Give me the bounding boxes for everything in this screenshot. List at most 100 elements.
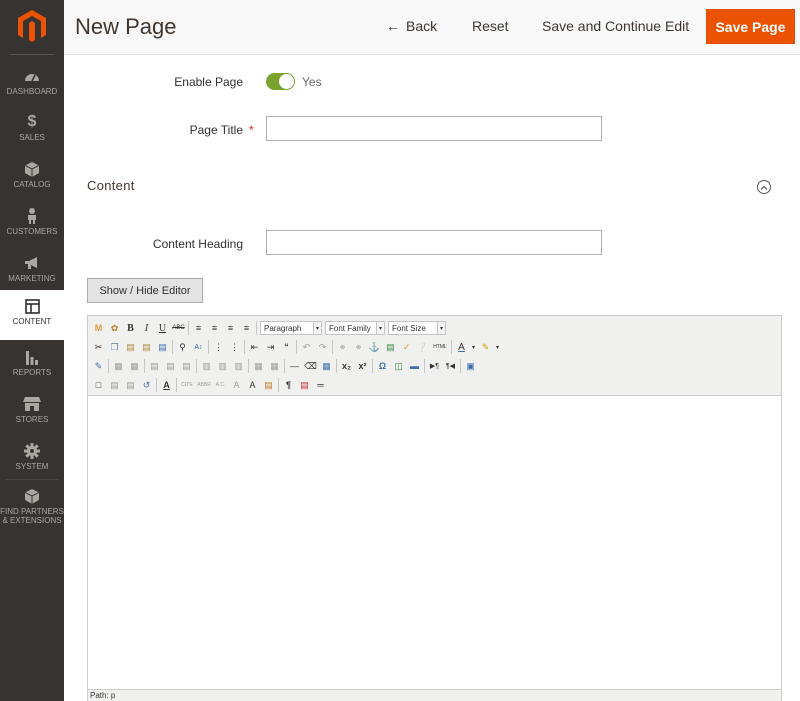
outdent-icon[interactable]: ⇤ xyxy=(248,341,261,354)
full-screen-icon[interactable]: ▬ xyxy=(408,360,421,373)
subscript-icon[interactable]: x₂ xyxy=(340,360,353,373)
row-before-icon[interactable]: ▤ xyxy=(148,360,161,373)
strikethrough-icon[interactable]: ABC xyxy=(172,322,185,335)
highlight-color-icon[interactable]: ✎ xyxy=(479,341,492,354)
special-char-icon[interactable]: Ω xyxy=(376,360,389,373)
ltr-icon[interactable]: ▶¶ xyxy=(428,360,441,373)
template-icon[interactable]: ▤ xyxy=(298,379,311,392)
italic-button[interactable]: I xyxy=(140,322,153,335)
media-icon[interactable]: ◫ xyxy=(392,360,405,373)
cut-icon[interactable]: ✂ xyxy=(92,341,105,354)
abbr-icon[interactable]: ABBR xyxy=(197,379,211,392)
bullet-list-icon[interactable]: ⋮ xyxy=(212,341,225,354)
del-icon[interactable]: A xyxy=(230,379,243,392)
nav-system[interactable]: SYSTEM xyxy=(0,437,64,483)
align-left-icon[interactable]: ≡ xyxy=(192,322,205,335)
cite-icon[interactable]: CITE xyxy=(180,379,194,392)
nav-content[interactable]: CONTENT xyxy=(0,290,64,340)
format-select[interactable]: Paragraph ▾ xyxy=(260,321,322,335)
row-after-icon[interactable]: ▤ xyxy=(164,360,177,373)
absolute-position-icon[interactable]: ↺ xyxy=(140,379,153,392)
merge-cells-icon[interactable]: ▦ xyxy=(268,360,281,373)
ins-icon[interactable]: A xyxy=(246,379,259,392)
nav-customers[interactable]: CUSTOMERS xyxy=(0,202,64,248)
move-forward-icon[interactable]: ▤ xyxy=(108,379,121,392)
superscript-icon[interactable]: x² xyxy=(356,360,369,373)
paste-icon[interactable]: ▤ xyxy=(124,341,137,354)
nav-label: SALES xyxy=(19,133,45,142)
content-heading-input[interactable] xyxy=(266,230,602,255)
rtl-icon[interactable]: ¶◀ xyxy=(444,360,457,373)
anchor-icon[interactable]: ⚓ xyxy=(368,341,381,354)
nav-reports[interactable]: REPORTS xyxy=(0,343,64,389)
underline-button[interactable]: U xyxy=(156,322,169,335)
col-after-icon[interactable]: ▥ xyxy=(216,360,229,373)
link-icon[interactable]: ⚭ xyxy=(336,341,349,354)
attributes-icon[interactable]: ▤ xyxy=(262,379,275,392)
nav-marketing[interactable]: MARKETING xyxy=(0,249,64,295)
reset-button[interactable]: Reset xyxy=(472,18,509,34)
align-right-icon[interactable]: ≡ xyxy=(224,322,237,335)
show-hide-editor-button[interactable]: Show / Hide Editor xyxy=(87,278,203,303)
chevron-down-icon[interactable]: ▾ xyxy=(495,341,500,354)
page-break-icon[interactable]: ═ xyxy=(314,379,327,392)
replace-icon[interactable]: A↕ xyxy=(192,341,205,354)
paste-text-icon[interactable]: ▤ xyxy=(140,341,153,354)
delete-col-icon[interactable]: ▥ xyxy=(232,360,245,373)
cleanup-icon[interactable]: ✓ xyxy=(400,341,413,354)
col-before-icon[interactable]: ▥ xyxy=(200,360,213,373)
insert-layer-icon[interactable]: □ xyxy=(92,379,105,392)
align-center-icon[interactable]: ≡ xyxy=(208,322,221,335)
enable-page-toggle[interactable] xyxy=(266,73,295,90)
save-page-button[interactable]: Save Page xyxy=(706,9,795,44)
remove-format-icon[interactable]: ⌫ xyxy=(304,360,317,373)
nav-catalog[interactable]: CATALOG xyxy=(0,155,64,201)
fullscreen-toggle-icon[interactable]: ▣ xyxy=(464,360,477,373)
nav-sales[interactable]: $ SALES xyxy=(0,108,64,154)
acronym-icon[interactable]: A.C. xyxy=(214,379,227,392)
editor-status-path: Path: p xyxy=(88,689,781,701)
numbered-list-icon[interactable]: ⋮ xyxy=(228,341,241,354)
editor-content-area[interactable] xyxy=(88,396,781,688)
text-color-icon[interactable]: A xyxy=(455,341,468,354)
visual-aid-icon[interactable]: ▦ xyxy=(320,360,333,373)
undo-icon[interactable]: ↶ xyxy=(300,341,313,354)
save-and-continue-button[interactable]: Save and Continue Edit xyxy=(542,18,689,34)
move-backward-icon[interactable]: ▤ xyxy=(124,379,137,392)
indent-icon[interactable]: ⇥ xyxy=(264,341,277,354)
table-icon[interactable]: ▦ xyxy=(112,360,125,373)
toolbar-row-2: ✂ ❐ ▤ ▤ ▤ ⚲ A↕ ⋮ ⋮ ⇤ ⇥ “ ↶ ↷ ⚭ ⚭ ⚓ ▤ ✓ ❔… xyxy=(92,338,503,356)
font-size-select[interactable]: Font Size ▾ xyxy=(388,321,446,335)
horizontal-rule-icon[interactable]: — xyxy=(288,360,301,373)
page-title-input[interactable] xyxy=(266,116,602,141)
bold-button[interactable]: B xyxy=(124,322,137,335)
nav-stores[interactable]: STORES xyxy=(0,390,64,436)
nav-find-partners[interactable]: FIND PARTNERS & EXTENSIONS xyxy=(0,482,64,532)
align-justify-icon[interactable]: ≡ xyxy=(240,322,253,335)
find-icon[interactable]: ⚲ xyxy=(176,341,189,354)
chevron-down-icon: ▾ xyxy=(437,322,445,334)
table-props-icon[interactable]: ▦ xyxy=(128,360,141,373)
edit-css-icon[interactable]: ✎ xyxy=(92,360,105,373)
html-source-icon[interactable]: HTML xyxy=(432,341,448,354)
font-family-select[interactable]: Font Family ▾ xyxy=(325,321,385,335)
paste-word-icon[interactable]: ▤ xyxy=(156,341,169,354)
unlink-icon[interactable]: ⚭ xyxy=(352,341,365,354)
styleprops-icon[interactable]: A xyxy=(160,379,173,392)
image-icon[interactable]: ▤ xyxy=(384,341,397,354)
blockquote-icon[interactable]: “ xyxy=(280,341,293,354)
back-button[interactable]: ← Back xyxy=(386,18,437,34)
copy-icon[interactable]: ❐ xyxy=(108,341,121,354)
help-icon[interactable]: ❔ xyxy=(416,341,429,354)
delete-row-icon[interactable]: ▤ xyxy=(180,360,193,373)
collapse-section-button[interactable] xyxy=(757,180,771,194)
dollar-icon: $ xyxy=(27,113,37,130)
magento-logo[interactable] xyxy=(14,8,50,44)
split-cells-icon[interactable]: ▦ xyxy=(252,360,265,373)
nav-dashboard[interactable]: DASHBOARD xyxy=(0,62,64,108)
redo-icon[interactable]: ↷ xyxy=(316,341,329,354)
chevron-down-icon[interactable]: ▾ xyxy=(471,341,476,354)
show-blocks-icon[interactable]: ¶ xyxy=(282,379,295,392)
insert-widget-icon[interactable]: M xyxy=(92,322,105,335)
insert-image-icon[interactable]: ✿ xyxy=(108,322,121,335)
